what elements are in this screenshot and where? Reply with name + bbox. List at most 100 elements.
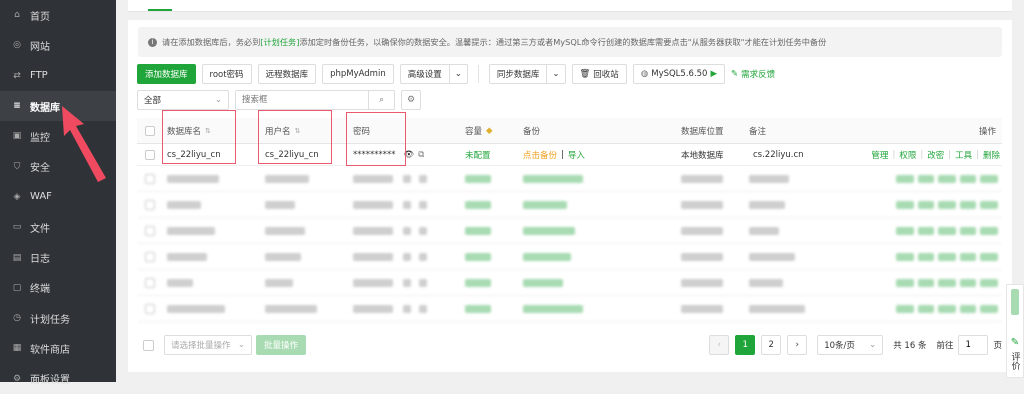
sidebar-item-label: 文件: [30, 223, 50, 235]
sidebar-item-label: WAF: [30, 191, 52, 203]
obscured-cell: [749, 278, 783, 287]
separator: |: [976, 149, 979, 160]
obscured-cell: [465, 200, 491, 209]
page-2-button[interactable]: 2: [761, 335, 782, 355]
obscured-cell: [145, 199, 155, 210]
sidebar-item-label: FTP: [30, 70, 48, 82]
sidebar-item-label: 监控: [30, 132, 50, 144]
batch-action-button[interactable]: 批量操作: [256, 335, 307, 355]
vip-gem-icon: ◆: [486, 125, 493, 136]
folder-icon: ▭: [12, 222, 22, 233]
obscured-cell: [353, 226, 427, 235]
sidebar-item-1[interactable]: ◎ 网站: [0, 30, 116, 60]
sidebar-item-11[interactable]: ▦ 软件商店: [0, 333, 116, 363]
edit-icon[interactable]: ✎: [1011, 337, 1019, 348]
table-row-obscured: [137, 192, 1002, 218]
remark-cell[interactable]: cs.22liyu.cn: [753, 150, 804, 160]
add-database-button[interactable]: 添加数据库: [137, 64, 196, 84]
per-page-select[interactable]: 10条/页 ⌄: [817, 335, 884, 355]
page-unit-label: 页: [993, 341, 1002, 351]
sidebar-item-label: 安全: [30, 163, 50, 175]
sidebar-item-2[interactable]: ⇄ FTP: [0, 61, 116, 91]
category-select[interactable]: 全部 ⌄: [137, 90, 229, 110]
schedule-task-link[interactable]: [计划任务]: [260, 37, 299, 47]
search-input[interactable]: [236, 91, 368, 109]
evaluate-button[interactable]: 评价: [1009, 352, 1022, 370]
import-link[interactable]: 导入: [568, 149, 585, 161]
batch-action-value: 请选择批量操作: [171, 341, 231, 351]
terminal-icon: ▢: [12, 282, 22, 293]
edit-icon: ✎: [731, 69, 739, 79]
sidebar-item-9[interactable]: ▢ 终端: [0, 273, 116, 303]
separator: |: [948, 149, 952, 160]
sync-database-button[interactable]: 同步数据库 ⌄: [488, 64, 566, 84]
separator: |: [892, 149, 896, 160]
obscured-cell: [145, 173, 155, 184]
mysql-icon: ◍: [640, 69, 649, 79]
sidebar-item-7[interactable]: ▭ 文件: [0, 212, 116, 242]
action-link-3[interactable]: 工具: [955, 149, 972, 161]
obscured-cell: [681, 304, 723, 313]
action-link-1[interactable]: 权限: [899, 149, 916, 161]
remote-database-button[interactable]: 远程数据库: [257, 64, 317, 84]
trash-icon: 🗑: [579, 69, 591, 79]
obscured-cell: [681, 252, 723, 261]
obscured-cell: [167, 200, 201, 209]
sidebar-item-label: 面板设置: [30, 375, 70, 387]
separator: |: [561, 149, 564, 160]
notice-text: 请在添加数据库后，务必到[计划任务]添加定时备份任务，以确保你的数据安全。温馨提…: [162, 37, 827, 47]
root-password-button[interactable]: root密码: [201, 64, 252, 84]
store-icon: ▦: [12, 343, 22, 354]
sidebar-item-6[interactable]: ◈ WAF: [0, 182, 116, 212]
clock-icon: ◷: [13, 313, 21, 324]
phpmyadmin-button[interactable]: phpMyAdmin: [322, 64, 394, 84]
row-checkbox[interactable]: [145, 149, 155, 160]
action-link-2[interactable]: 改密: [927, 149, 944, 161]
action-link-0[interactable]: 管理: [871, 149, 888, 161]
gear-icon: ⚙: [12, 373, 22, 384]
location-cell: 本地数据库: [681, 150, 724, 161]
mysql-version-button[interactable]: ◍ MySQL5.6.50 ▶: [632, 64, 726, 84]
page-1-button[interactable]: 1: [735, 335, 756, 355]
recycle-bin-button[interactable]: 🗑 回收站: [571, 64, 627, 84]
sidebar-item-label: 日志: [30, 254, 50, 266]
next-page-button[interactable]: ›: [787, 335, 808, 355]
search-icon[interactable]: ⌕: [368, 91, 394, 109]
header-location: 数据库位置: [681, 126, 724, 137]
recycle-bin-label: 回收站: [593, 70, 619, 80]
table-row-obscured: [137, 322, 1002, 327]
sidebar-item-8[interactable]: ▤ 日志: [0, 242, 116, 272]
select-all-checkbox[interactable]: [145, 125, 155, 136]
obscured-cell: [465, 226, 491, 235]
advanced-settings-button[interactable]: 高级设置 ⌄: [399, 64, 468, 84]
goto-page-input[interactable]: [958, 335, 989, 355]
obscured-cell: [523, 252, 571, 261]
obscured-cell: [523, 174, 583, 183]
table-row-obscured: [137, 296, 1002, 322]
top-tab-card: [128, 0, 1012, 12]
obscured-cell: [523, 278, 563, 287]
sidebar-item-10[interactable]: ◷ 计划任务: [0, 303, 116, 333]
active-tab-indicator: [148, 9, 172, 11]
obscured-cell: [145, 251, 155, 262]
prev-page-button[interactable]: ‹: [709, 335, 730, 355]
backup-link[interactable]: 点击备份: [523, 149, 557, 161]
obscured-cell: [145, 277, 155, 288]
obscured-cell: [523, 200, 567, 209]
sidebar-item-0[interactable]: ⌂ 首页: [0, 0, 116, 30]
capacity-cell[interactable]: 未配置: [465, 149, 491, 161]
globe-icon: ◎: [13, 40, 21, 51]
obscured-cell: [465, 278, 491, 287]
action-link-4[interactable]: 删除: [983, 149, 1000, 161]
highlight-box-db-name: [162, 110, 236, 164]
sidebar-item-label: 终端: [30, 284, 50, 296]
copy-icon[interactable]: ⧉: [418, 150, 424, 160]
sidebar-item-12[interactable]: ⚙ 面板设置: [0, 364, 116, 394]
column-settings-gear-icon[interactable]: ⚙: [401, 90, 421, 110]
obscured-cell: [265, 252, 301, 261]
batch-action-select[interactable]: 请选择批量操作 ⌄: [164, 335, 252, 355]
footer-select-all-checkbox[interactable]: [143, 339, 154, 351]
home-icon: ⌂: [14, 10, 20, 21]
feedback-link[interactable]: ✎ 需求反馈: [731, 68, 775, 80]
obscured-cell: [167, 252, 207, 261]
